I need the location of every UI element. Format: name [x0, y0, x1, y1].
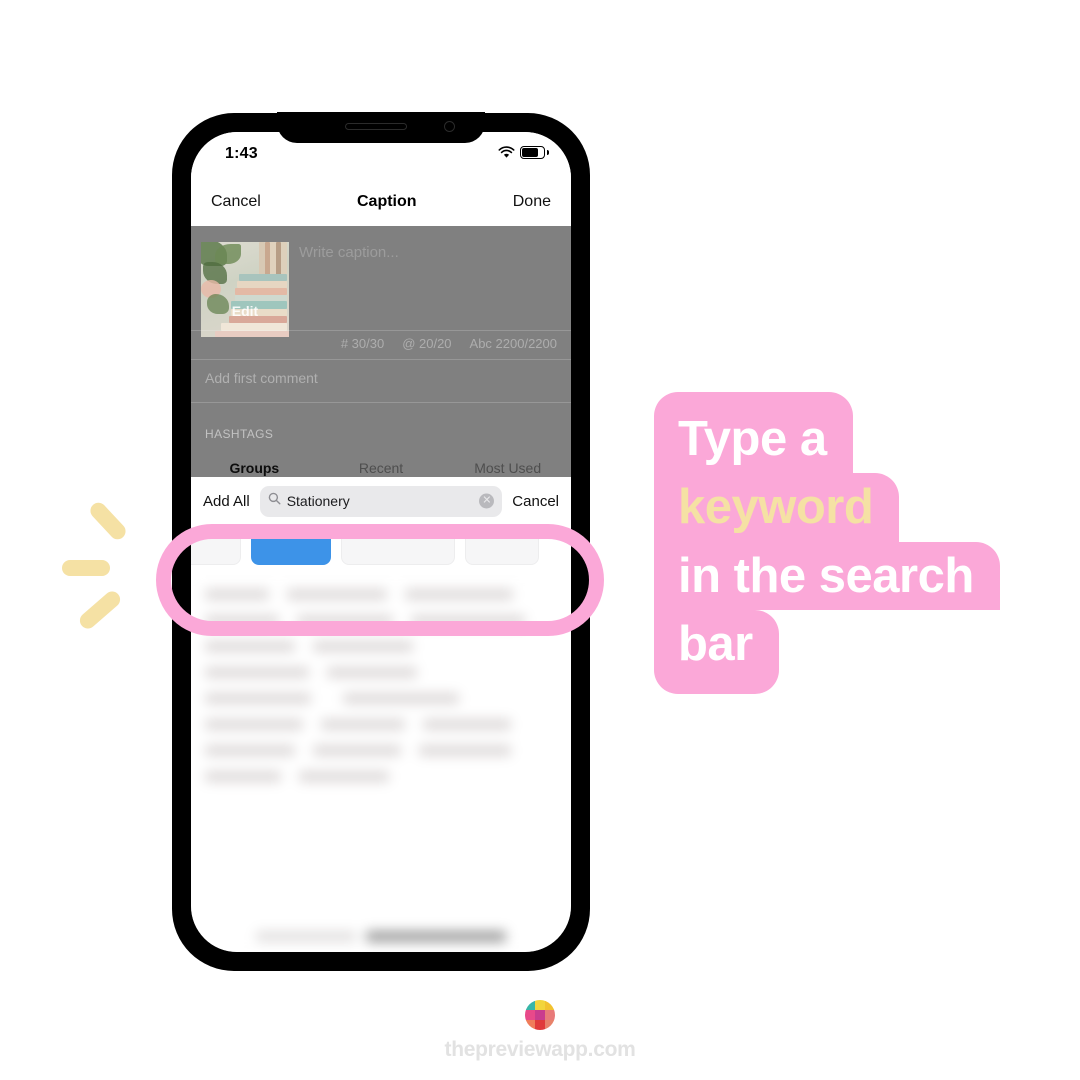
thumbnail-edit-label[interactable]: Edit [201, 303, 289, 319]
post-thumbnail[interactable]: Edit [201, 242, 289, 337]
chip-item[interactable] [465, 531, 539, 565]
search-cancel-button[interactable]: Cancel [512, 493, 559, 510]
table-row [205, 719, 557, 730]
poster-canvas: 1:43 Cancel Caption Done Edit Write capt… [0, 0, 1080, 1080]
caption-counters: # 30/30 @ 20/20 Abc 2200/2200 [191, 336, 571, 351]
hashtags-section-label: HASHTAGS [205, 427, 274, 441]
navigation-bar: Cancel Caption Done [191, 178, 571, 226]
search-input[interactable]: Stationery ✕ [259, 485, 503, 517]
chip-item[interactable] [341, 531, 455, 565]
instruction-callout: Type a keyword in the search bar [654, 392, 1000, 694]
battery-icon [520, 146, 549, 159]
hashtag-group-chips [191, 525, 571, 571]
yellow-mark-top [87, 499, 129, 543]
callout-line-4: bar [654, 610, 779, 694]
footer-brand: thepreviewapp.com [0, 1000, 1080, 1062]
results-footer-blurred [191, 931, 571, 942]
camera-icon [444, 121, 455, 132]
chip-item[interactable] [191, 531, 241, 565]
speaker-icon [345, 123, 408, 130]
nav-done-button[interactable]: Done [513, 193, 551, 211]
counter-mentions: @ 20/20 [402, 336, 452, 351]
caption-input-placeholder[interactable]: Write caption... [299, 244, 399, 261]
counter-hashtags: # 30/30 [340, 336, 385, 351]
first-comment-input[interactable]: Add first comment [205, 370, 318, 386]
hashtag-results-blurred [191, 571, 571, 952]
preview-app-grid-logo-icon [525, 1000, 555, 1030]
search-bar-row: Add All Stationery ✕ Cancel [191, 477, 571, 525]
brand-url-text: thepreviewapp.com [444, 1038, 636, 1061]
decorative-yellow-marks [60, 499, 155, 655]
table-row [205, 615, 557, 626]
phone-mockup: 1:43 Cancel Caption Done Edit Write capt… [172, 112, 590, 971]
table-row [205, 693, 557, 704]
table-row [205, 641, 557, 652]
hashtag-tabs: Groups Recent Most Used [191, 460, 571, 476]
page-title: Caption [357, 193, 417, 210]
yellow-mark-bottom [76, 588, 124, 632]
status-indicators [498, 146, 549, 159]
table-row [205, 745, 557, 756]
search-icon [268, 492, 281, 510]
tab-recent[interactable]: Recent [318, 460, 445, 476]
callout-line-2: keyword [654, 473, 900, 542]
table-row [205, 589, 557, 600]
tab-groups[interactable]: Groups [191, 460, 318, 476]
table-row [205, 667, 557, 678]
counter-characters: Abc 2200/2200 [469, 336, 557, 351]
wifi-icon [498, 146, 515, 159]
table-row [205, 771, 557, 782]
chip-item-selected[interactable] [251, 531, 331, 565]
phone-screen: 1:43 Cancel Caption Done Edit Write capt… [191, 132, 571, 952]
callout-line-3: in the search [654, 541, 1000, 611]
search-input-value: Stationery [286, 493, 350, 509]
yellow-mark-middle [62, 560, 110, 576]
tab-most-used[interactable]: Most Used [444, 460, 571, 476]
phone-notch [277, 112, 485, 143]
clear-icon[interactable]: ✕ [479, 493, 495, 509]
status-time: 1:43 [225, 145, 258, 162]
nav-cancel-button[interactable]: Cancel [211, 193, 261, 211]
add-all-button[interactable]: Add All [203, 493, 250, 510]
callout-line-1: Type a [654, 392, 853, 474]
